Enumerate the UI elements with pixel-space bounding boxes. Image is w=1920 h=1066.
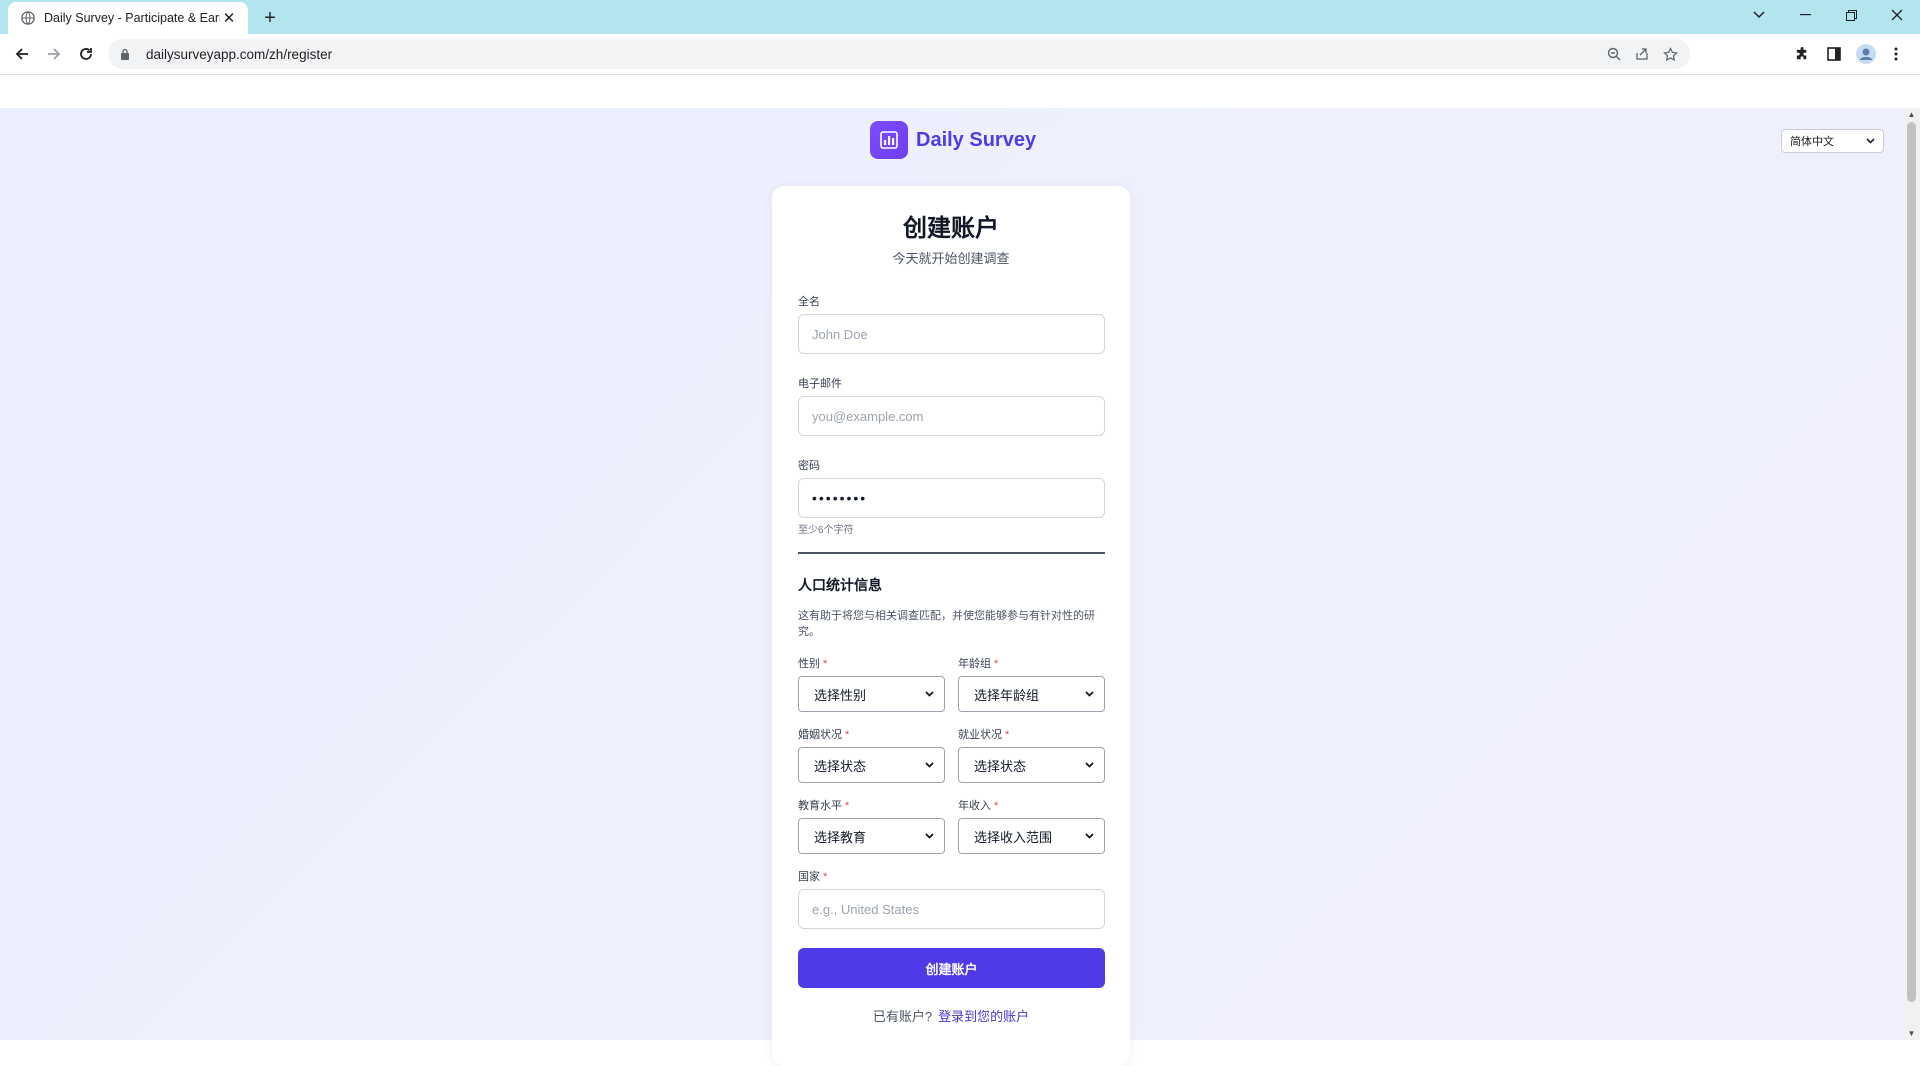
forward-button[interactable] <box>40 40 68 68</box>
scroll-down-icon[interactable]: ▼ <box>1907 1029 1916 1038</box>
page-scrollbar[interactable]: ▲ ▼ <box>1903 108 1920 1040</box>
password-label: 密码 <box>798 460 820 472</box>
country-input[interactable]: e.g., United States <box>798 889 1105 929</box>
country-label: 国家 * <box>798 871 828 883</box>
country-placeholder: e.g., United States <box>812 901 919 917</box>
tab-title: Daily Survey - Participate & Earn <box>44 11 220 25</box>
share-icon[interactable] <box>1628 40 1656 68</box>
url-text: dailysurveyapp.com/zh/register <box>146 46 333 62</box>
chevron-down-icon <box>925 830 934 842</box>
age-group-label: 年龄组 * <box>958 658 999 670</box>
restore-button[interactable] <box>1828 0 1874 30</box>
email-input[interactable]: you@example.com <box>798 396 1105 436</box>
address-bar[interactable]: dailysurveyapp.com/zh/register <box>108 39 1690 69</box>
back-button[interactable] <box>8 40 36 68</box>
language-select[interactable]: 简体中文 <box>1781 129 1884 153</box>
scrollbar-thumb[interactable] <box>1907 122 1916 1002</box>
education-label: 教育水平 * <box>798 800 850 812</box>
signin-link[interactable]: 登录到您的账户 <box>938 1009 1029 1024</box>
page-title: 创建账户 <box>903 215 999 242</box>
more-menu-icon[interactable] <box>1882 40 1910 68</box>
zoom-icon[interactable] <box>1600 40 1628 68</box>
demographics-title: 人口统计信息 <box>798 577 882 593</box>
age-group-select-value: 选择年龄组 <box>974 687 1040 703</box>
chevron-down-icon <box>925 759 934 771</box>
brand-name: Daily Survey <box>916 128 1037 151</box>
tab-strip: Daily Survey - Participate & Earn ✕ + <box>0 0 1920 34</box>
page-subtitle: 今天就开始创建调查 <box>892 251 1010 266</box>
employment-status-select[interactable]: 选择状态 <box>958 747 1105 783</box>
scroll-up-icon[interactable]: ▲ <box>1907 110 1916 119</box>
chevron-down-icon <box>1085 688 1094 700</box>
bar-chart-logo-icon <box>870 121 908 159</box>
marital-status-select[interactable]: 选择状态 <box>798 747 945 783</box>
chevron-down-icon <box>925 688 934 700</box>
marital-status-label: 婚姻状况 * <box>798 729 850 741</box>
browser-toolbar: dailysurveyapp.com/zh/register <box>0 34 1920 75</box>
side-panel-icon[interactable] <box>1820 40 1848 68</box>
password-hint: 至少6个字符 <box>798 525 854 536</box>
employment-status-label: 就业状况 * <box>958 729 1010 741</box>
chevron-down-icon <box>1866 135 1875 147</box>
employment-status-select-value: 选择状态 <box>974 758 1027 774</box>
signin-prompt: 已有账户? <box>872 1009 933 1024</box>
marital-status-select-value: 选择状态 <box>814 758 867 774</box>
gender-select-value: 选择性别 <box>814 687 867 703</box>
age-group-select[interactable]: 选择年龄组 <box>958 676 1105 712</box>
education-select-value: 选择教育 <box>814 829 867 845</box>
gender-select[interactable]: 选择性别 <box>798 676 945 712</box>
income-label: 年收入 * <box>958 800 999 812</box>
full-name-placeholder: John Doe <box>812 326 868 342</box>
chevron-down-icon <box>1085 759 1094 771</box>
extensions-icon[interactable] <box>1788 40 1816 68</box>
language-select-value: 简体中文 <box>1790 136 1834 148</box>
income-select-value: 选择收入范围 <box>974 829 1053 845</box>
password-value: •••••••• <box>812 490 868 506</box>
new-tab-button[interactable]: + <box>258 6 282 30</box>
password-input[interactable]: •••••••• <box>798 478 1105 518</box>
section-divider <box>798 552 1105 554</box>
profile-avatar[interactable] <box>1852 40 1880 68</box>
demographics-description: 这有助于将您与相关调查匹配，并使您能够参与有针对性的研究。 <box>798 610 1095 638</box>
full-name-label: 全名 <box>798 296 820 308</box>
brand-header[interactable]: Daily Survey <box>870 121 1036 159</box>
globe-icon <box>20 10 36 26</box>
create-account-button[interactable]: 创建账户 <box>798 948 1105 988</box>
education-select[interactable]: 选择教育 <box>798 818 945 854</box>
email-placeholder: you@example.com <box>812 408 924 424</box>
chevron-down-icon <box>1085 830 1094 842</box>
gender-label: 性别 * <box>798 658 828 670</box>
reload-button[interactable] <box>72 40 100 68</box>
lock-icon <box>120 48 134 60</box>
email-label: 电子邮件 <box>798 378 842 390</box>
minimize-button[interactable] <box>1782 0 1828 30</box>
bookmark-star-icon[interactable] <box>1656 40 1684 68</box>
income-select[interactable]: 选择收入范围 <box>958 818 1105 854</box>
signin-row: 已有账户? 登录到您的账户 <box>772 1006 1130 1025</box>
close-tab-icon[interactable]: ✕ <box>220 9 238 27</box>
full-name-input[interactable]: John Doe <box>798 314 1105 354</box>
browser-tab[interactable]: Daily Survey - Participate & Earn ✕ <box>8 2 248 34</box>
close-window-button[interactable] <box>1874 0 1920 30</box>
tab-search-chevron-icon[interactable] <box>1736 0 1782 30</box>
